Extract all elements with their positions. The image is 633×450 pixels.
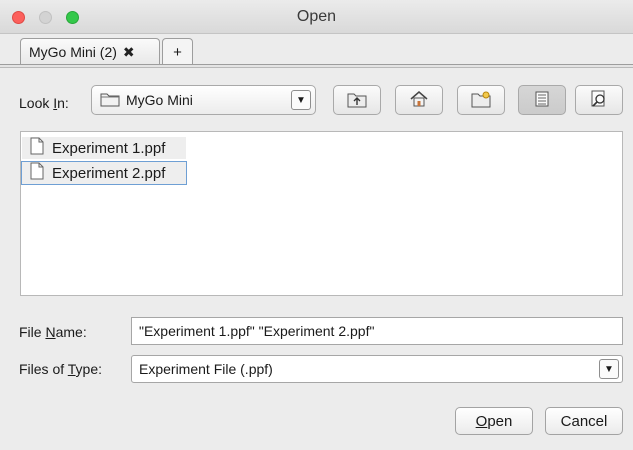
document-icon [30,162,44,184]
close-x-icon[interactable]: ✖ [123,44,135,61]
window-title: Open [296,8,337,25]
files-of-type-label: Files of Type: [19,361,102,377]
file-name-value: "Experiment 1.ppf" "Experiment 2.ppf" [139,323,375,339]
open-dialog: Open MyGo Mini (2) ✖ + Look In: MyGo Min… [0,0,633,450]
files-of-type-value: Experiment File (.ppf) [139,361,273,377]
cancel-label: Cancel [560,412,608,430]
tab-label: MyGo Mini (2) [29,44,117,60]
files-of-type-mnemonic: T [67,361,76,377]
document-icon [30,137,44,159]
look-in-combobox[interactable]: MyGo Mini ▼ [91,85,316,115]
file-list[interactable]: Experiment 1.ppf Experiment 2.ppf [20,131,623,296]
file-name-label: Experiment 2.ppf [52,164,166,182]
new-folder-button[interactable] [457,85,505,115]
chevron-down-icon[interactable]: ▼ [599,359,619,379]
chevron-down-icon[interactable]: ▼ [291,90,311,110]
file-name-label: Experiment 1.ppf [52,139,166,157]
tab-divider [0,64,633,68]
list-view-icon [533,90,551,111]
look-in-label: Look In: [19,95,69,111]
add-tab-button[interactable]: + [162,38,193,65]
tab-mygo-mini[interactable]: MyGo Mini (2) ✖ [20,38,160,65]
file-item-experiment-2[interactable]: Experiment 2.ppf [21,161,187,185]
open-mnemonic: O [475,412,488,430]
cancel-button[interactable]: Cancel [545,407,623,435]
file-name-field[interactable]: "Experiment 1.ppf" "Experiment 2.ppf" [131,317,623,345]
details-view-icon [589,89,609,112]
details-view-button[interactable] [575,85,623,115]
file-name-label-post: ame: [55,324,87,340]
file-item-experiment-1[interactable]: Experiment 1.ppf [22,137,186,159]
add-tab-label: + [173,43,182,61]
look-in-value: MyGo Mini [126,92,193,108]
tab-bar: MyGo Mini (2) ✖ + [0,34,633,68]
list-view-button[interactable] [518,85,566,115]
open-label-rest: pen [487,412,513,430]
file-name-label-pre: File [19,324,46,340]
look-in-label-pre: Look [19,95,54,111]
folder-icon [100,91,120,110]
files-of-type-combobox[interactable]: Experiment File (.ppf) ▼ [131,355,623,383]
folder-up-icon [346,90,368,111]
file-name-mnemonic: N [45,324,56,340]
files-of-type-label-pre: Files of [19,361,68,377]
look-in-label-post: n: [57,95,69,111]
file-name-label: File Name: [19,324,87,340]
title-bar: Open [0,0,633,34]
new-folder-icon [470,90,492,111]
open-button[interactable]: Open [455,407,533,435]
home-icon [408,90,430,111]
up-one-level-button[interactable] [333,85,381,115]
files-of-type-label-post: ype: [75,361,103,377]
home-button[interactable] [395,85,443,115]
